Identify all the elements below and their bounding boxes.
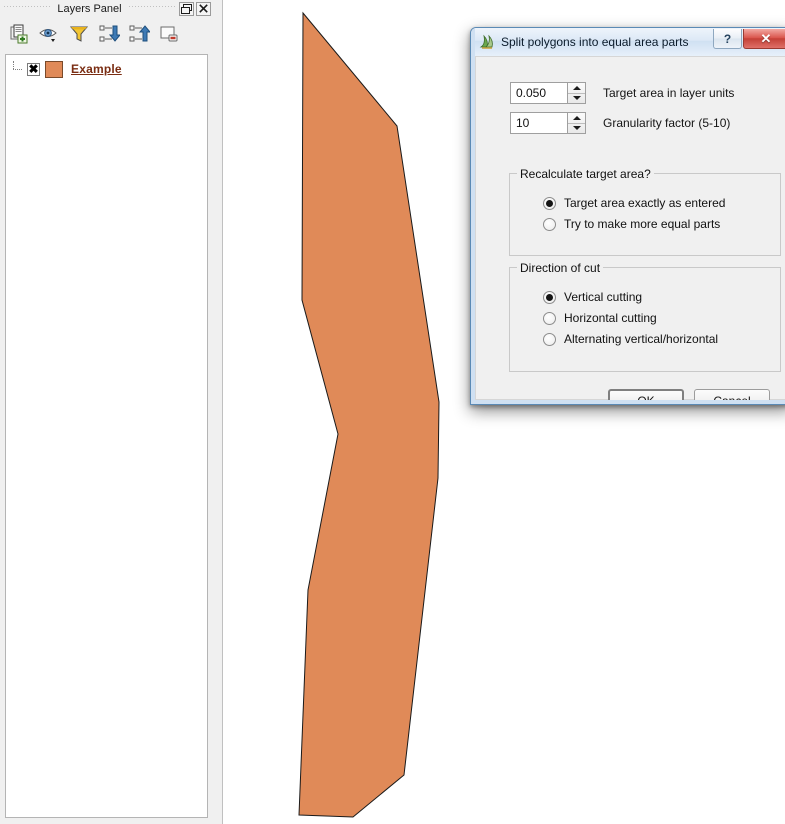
undock-button[interactable]: [179, 1, 194, 16]
collapse-all-icon[interactable]: [126, 21, 152, 47]
granularity-factor-label: Granularity factor (5-10): [603, 116, 731, 130]
radio-try-equal-parts-label: Try to make more equal parts: [564, 217, 721, 231]
radio-vertical-cutting[interactable]: Vertical cutting: [543, 290, 718, 304]
qgis-main-window: Layers Panel ✖ Example Split polygons in…: [0, 0, 785, 824]
arrow-down-icon: [572, 96, 581, 101]
layer-name-label[interactable]: Example: [71, 62, 122, 76]
recalculate-target-area-group: Recalculate target area? Target area exa…: [509, 167, 781, 256]
granularity-factor-value: 10: [516, 116, 530, 130]
direction-group-title: Direction of cut: [517, 261, 604, 275]
granularity-step-down[interactable]: [568, 124, 585, 134]
target-area-label: Target area in layer units: [603, 86, 735, 100]
radio-alternating-cutting-label: Alternating vertical/horizontal: [564, 332, 719, 346]
target-area-step-up[interactable]: [568, 83, 585, 94]
radio-vertical-cutting-label: Vertical cutting: [564, 290, 643, 304]
target-area-value: 0.050: [516, 86, 547, 100]
dialog-button-box: OK Cancel: [608, 389, 770, 404]
undock-icon: [181, 3, 192, 14]
radio-button-icon[interactable]: [543, 311, 556, 325]
panel-canvas-splitter[interactable]: [213, 0, 222, 824]
arrow-up-icon: [572, 85, 581, 90]
dialog-title-text: Split polygons into equal area parts: [501, 35, 689, 49]
filter-legend-icon[interactable]: [66, 21, 92, 47]
add-group-icon[interactable]: [6, 21, 32, 47]
radio-target-area-exact[interactable]: Target area exactly as entered: [543, 196, 725, 210]
target-area-step-down[interactable]: [568, 94, 585, 104]
layer-tree[interactable]: ✖ Example: [5, 54, 208, 818]
qgis-plugin-icon: [479, 34, 493, 49]
layer-visibility-checkbox[interactable]: ✖: [27, 62, 40, 76]
layers-panel-titlebar: Layers Panel: [0, 0, 213, 17]
dialog-titlebar[interactable]: Split polygons into equal area parts ? ✕: [471, 28, 785, 57]
direction-of-cut-group: Direction of cut Vertical cutting Horizo…: [509, 261, 781, 372]
layers-panel-title: Layers Panel: [57, 2, 122, 15]
manage-layer-visibility-icon[interactable]: [36, 21, 62, 47]
target-area-stepper[interactable]: [567, 83, 585, 103]
radio-alternating-cutting[interactable]: Alternating vertical/horizontal: [543, 332, 718, 346]
target-area-spinbox[interactable]: 0.050: [510, 82, 586, 104]
split-polygons-dialog[interactable]: Split polygons into equal area parts ? ✕…: [470, 27, 785, 405]
layer-tree-item-example[interactable]: ✖ Example: [6, 59, 207, 79]
panel-drag-handle-left[interactable]: [4, 4, 51, 13]
panel-drag-handle-right[interactable]: [128, 4, 175, 13]
granularity-factor-spinbox[interactable]: 10: [510, 112, 586, 134]
remove-layer-icon[interactable]: [156, 21, 182, 47]
layers-panel-toolbar: [0, 18, 213, 50]
help-button[interactable]: ?: [713, 29, 742, 49]
target-area-row: 0.050 Target area in layer units: [510, 82, 734, 104]
granularity-row: 10 Granularity factor (5-10): [510, 112, 730, 134]
radio-button-icon[interactable]: [543, 332, 556, 346]
radio-try-equal-parts[interactable]: Try to make more equal parts: [543, 217, 725, 231]
radio-horizontal-cutting[interactable]: Horizontal cutting: [543, 311, 718, 325]
example-polygon-feature[interactable]: [298, 11, 440, 818]
layer-symbol-swatch: [45, 60, 63, 78]
radio-horizontal-cutting-label: Horizontal cutting: [564, 311, 657, 325]
ok-button[interactable]: OK: [608, 389, 684, 404]
recalculate-group-title: Recalculate target area?: [517, 167, 654, 181]
close-panel-button[interactable]: [196, 1, 211, 16]
close-button[interactable]: ✕: [743, 29, 785, 49]
cancel-button[interactable]: Cancel: [694, 389, 770, 404]
radio-button-icon[interactable]: [543, 196, 556, 210]
close-icon: [199, 4, 208, 13]
dialog-body: 0.050 Target area in layer units 10 Gran…: [475, 56, 785, 404]
arrow-down-icon: [572, 126, 581, 131]
radio-button-icon[interactable]: [543, 290, 556, 304]
radio-target-area-exact-label: Target area exactly as entered: [564, 196, 726, 210]
radio-button-icon[interactable]: [543, 217, 556, 231]
arrow-up-icon: [572, 115, 581, 120]
granularity-stepper[interactable]: [567, 113, 585, 133]
expand-all-icon[interactable]: [96, 21, 122, 47]
granularity-step-up[interactable]: [568, 113, 585, 124]
tree-branch-icon: [11, 61, 25, 77]
layers-panel: Layers Panel ✖ Example: [0, 0, 213, 824]
